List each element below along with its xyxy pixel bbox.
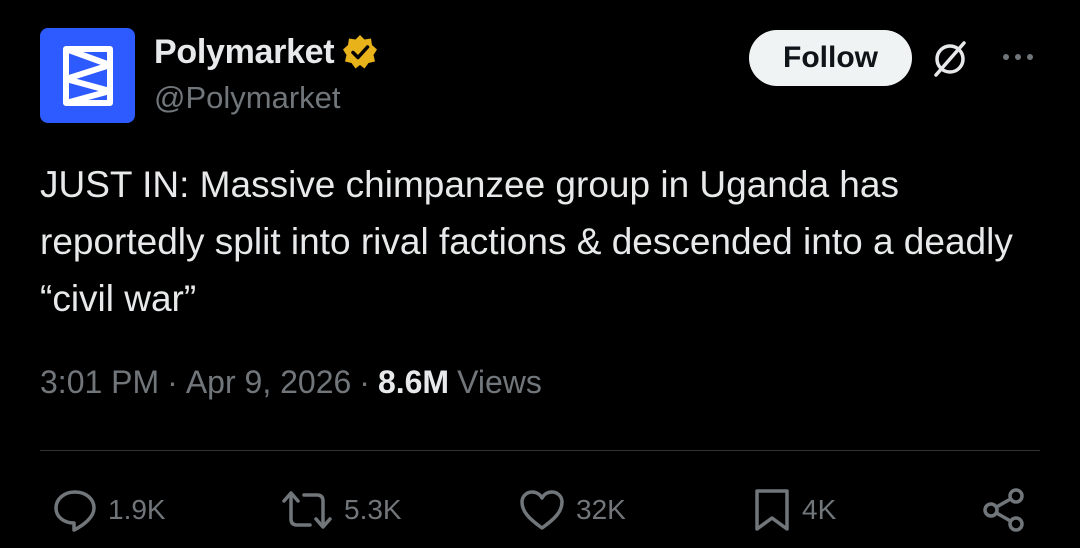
tweet-text: JUST IN: Massive chimpanzee group in Uga… (40, 164, 1013, 319)
grok-icon[interactable] (930, 38, 970, 78)
like-count: 32K (576, 494, 626, 525)
more-horizontal-icon[interactable] (998, 42, 1038, 72)
bookmark-count: 4K (802, 494, 837, 525)
bookmark-button[interactable]: 4K (752, 480, 836, 540)
reply-count: 1.9K (108, 494, 166, 525)
tweet-header: Polymarket @Polymarket Follow (40, 28, 1040, 124)
repost-button[interactable]: 5.3K (280, 480, 402, 540)
author-handle[interactable]: @Polymarket (154, 80, 378, 116)
author-names: Polymarket @Polymarket (154, 30, 378, 116)
follow-button[interactable]: Follow (749, 30, 912, 86)
like-button[interactable]: 32K (518, 480, 626, 540)
tweet-meta: 3:01 PM · Apr 9, 2026 · 8.6M Views (40, 364, 542, 401)
meta-separator: · (167, 364, 178, 400)
verified-badge-icon[interactable] (342, 34, 378, 70)
reply-icon (54, 490, 96, 532)
views-label: Views (457, 364, 542, 400)
repost-count: 5.3K (344, 494, 402, 525)
polymarket-logo-icon (62, 45, 113, 106)
tweet-date[interactable]: Apr 9, 2026 (186, 364, 351, 401)
share-button[interactable] (980, 480, 1028, 540)
meta-separator: · (359, 364, 370, 400)
views-count: 8.6M (377, 364, 450, 400)
author-display-name[interactable]: Polymarket (154, 33, 335, 72)
share-icon (983, 488, 1024, 532)
divider (40, 450, 1040, 451)
heart-icon (520, 490, 564, 530)
reply-button[interactable]: 1.9K (52, 480, 166, 540)
action-bar: 1.9K 5.3K 32K 4K (0, 480, 1080, 540)
tweet-time[interactable]: 3:01 PM (40, 364, 159, 401)
repost-icon (282, 491, 332, 529)
bookmark-icon (755, 489, 789, 531)
avatar[interactable] (40, 28, 135, 123)
